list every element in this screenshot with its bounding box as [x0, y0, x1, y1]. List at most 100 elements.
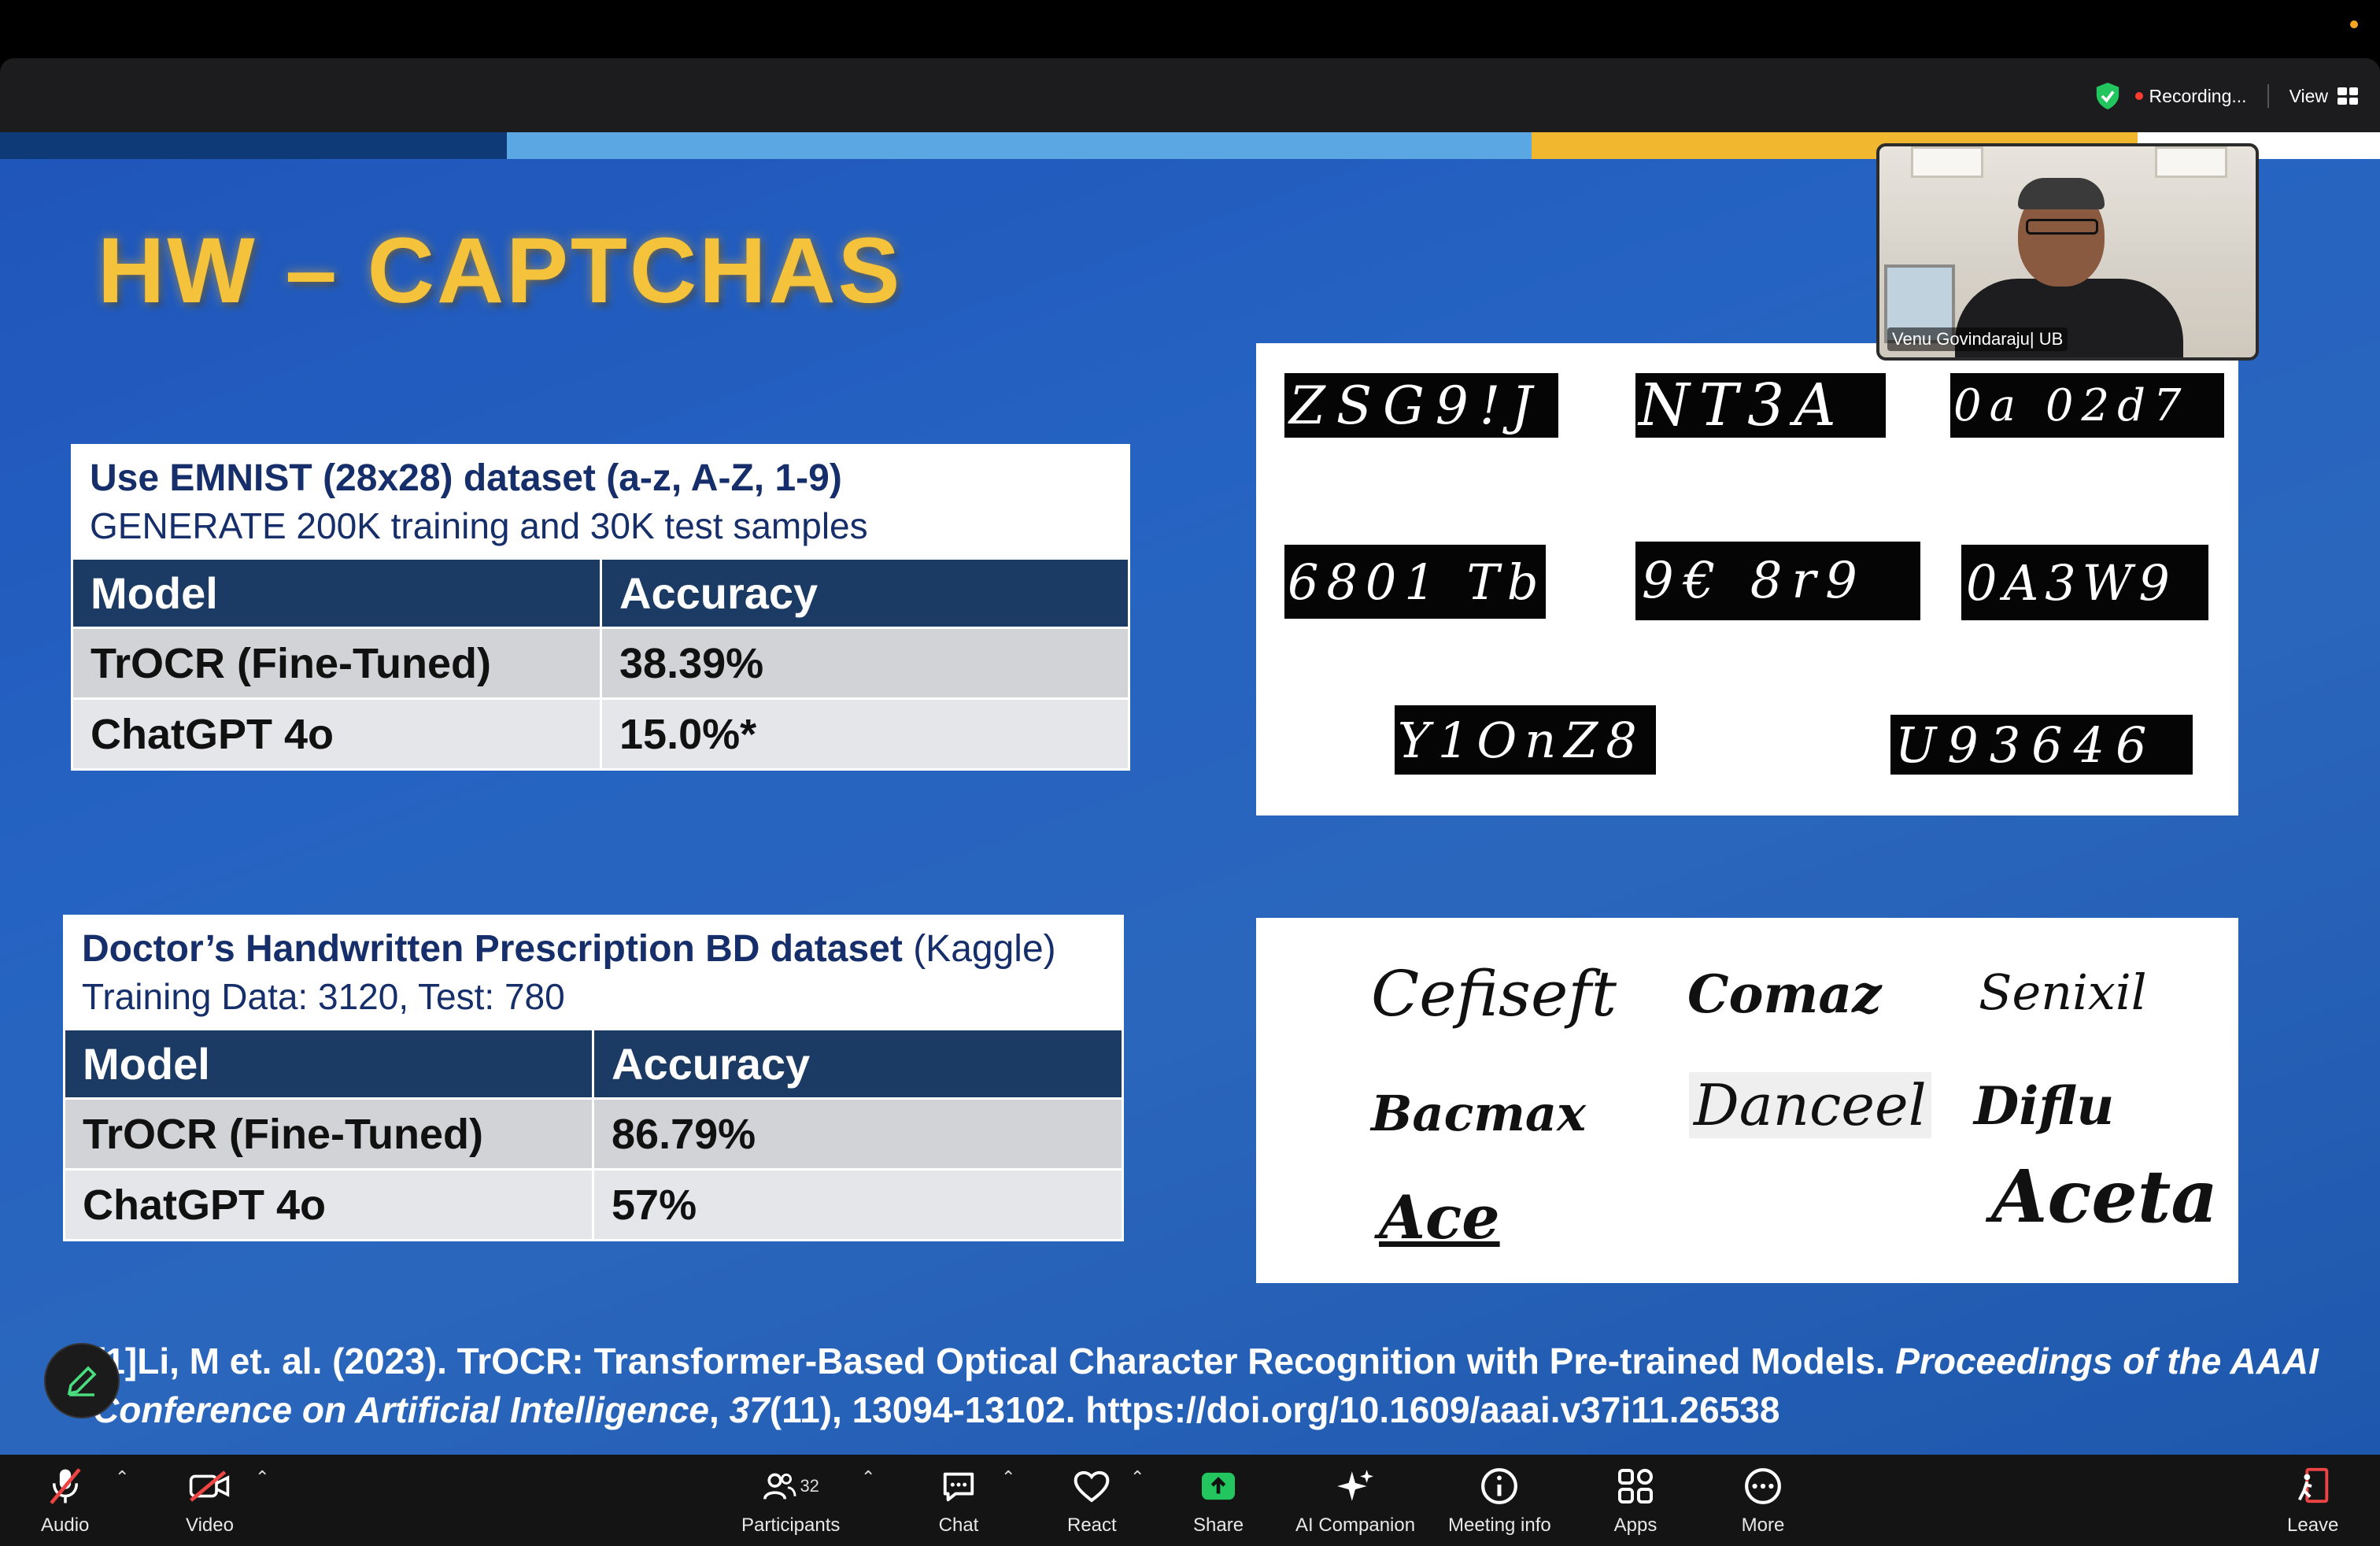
citation-prefix: [1]Li, M et. al. (2023). TrOCR: Transfor…: [93, 1341, 1896, 1381]
slide-title: HW – CAPTCHAS: [98, 219, 903, 323]
citation-separator: ,: [709, 1389, 730, 1430]
apps-icon: [1618, 1469, 1653, 1503]
view-button[interactable]: View: [2289, 86, 2358, 107]
audio-button[interactable]: Audio: [41, 1464, 89, 1537]
prescription-results-table: Model Accuracy TrOCR (Fine-Tuned) 86.79%…: [63, 1028, 1124, 1241]
camera-off-icon: [190, 1470, 230, 1502]
ai-companion-button[interactable]: AI Companion: [1295, 1464, 1415, 1537]
citation-text: [1]Li, M et. al. (2023). TrOCR: Transfor…: [93, 1337, 2344, 1434]
participant-video-tile[interactable]: Venu Govindaraju| UB: [1876, 143, 2259, 361]
handwritten-word: Diflu: [1974, 1075, 2115, 1137]
chat-bubble-icon: [943, 1472, 974, 1502]
audio-options-caret[interactable]: ⌃: [115, 1467, 129, 1488]
table-row: ChatGPT 4o 15.0%*: [71, 697, 1130, 771]
handwritten-word: Bacmax: [1371, 1085, 1587, 1142]
prescription-heading-source: (Kaggle): [902, 928, 1056, 970]
sparkle-icon: [1337, 1470, 1373, 1501]
participants-count: 32: [800, 1476, 819, 1496]
emnist-results-table: Model Accuracy TrOCR (Fine-Tuned) 38.39%…: [71, 557, 1130, 771]
info-icon: [1481, 1468, 1518, 1504]
recording-indicator[interactable]: Recording...: [2134, 85, 2247, 107]
ceiling-light: [1911, 146, 1983, 178]
leave-label: Leave: [2287, 1515, 2339, 1536]
shield-check-icon[interactable]: [2094, 81, 2121, 111]
emnist-subheading: GENERATE 200K training and 30K test samp…: [90, 505, 868, 546]
captcha-sample: NT3A: [1635, 373, 1886, 438]
slide-stripe: [0, 132, 507, 159]
meeting-info-button[interactable]: Meeting info: [1448, 1464, 1551, 1537]
microphone-muted-icon: [50, 1468, 81, 1504]
glasses: [2026, 219, 2098, 235]
prescription-subheading: Training Data: 3120, Test: 780: [82, 976, 565, 1017]
accuracy-cell: 57%: [592, 1168, 1124, 1241]
share-screen-icon: [1202, 1472, 1236, 1500]
accuracy-cell: 86.79%: [592, 1097, 1124, 1171]
handwritten-word: Senixil: [1979, 963, 2147, 1021]
participants-button[interactable]: 32 Participants: [741, 1464, 840, 1537]
slide-stripe: [507, 132, 1532, 159]
column-header-accuracy: Accuracy: [592, 1028, 1124, 1100]
leave-button[interactable]: Leave: [2287, 1464, 2338, 1537]
react-label: React: [1067, 1515, 1117, 1536]
meeting-header: Recording... View: [0, 58, 2380, 132]
recording-dot-icon: [2134, 92, 2143, 100]
apps-button[interactable]: Apps: [1613, 1464, 1658, 1537]
captcha-sample: 0a 02d7: [1950, 373, 2224, 438]
chat-button[interactable]: Chat: [937, 1464, 981, 1537]
participants-options-caret[interactable]: ⌃: [861, 1467, 875, 1488]
apps-label: Apps: [1613, 1515, 1658, 1536]
prescription-samples-image: Cefiseft Comaz Senixil Bacmax Danceel Di…: [1256, 918, 2238, 1283]
table-row: TrOCR (Fine-Tuned) 38.39%: [71, 627, 1130, 700]
participant-name: Venu Govindaraju| UB: [1887, 327, 2068, 351]
captcha-sample: ZSG9!J: [1284, 373, 1558, 438]
captcha-sample: 9€ 8r9: [1635, 542, 1920, 620]
audio-label: Audio: [41, 1515, 90, 1536]
prescription-heading: Doctor’s Handwritten Prescription BD dat…: [82, 928, 903, 970]
handwritten-word: Danceel: [1689, 1072, 1931, 1138]
participants-icon: [763, 1473, 796, 1500]
video-label: Video: [186, 1515, 234, 1536]
annotate-button[interactable]: [44, 1343, 120, 1418]
captcha-sample: 6801 Tb: [1284, 545, 1546, 619]
video-options-caret[interactable]: ⌃: [255, 1467, 269, 1488]
model-cell: ChatGPT 4o: [63, 1168, 594, 1241]
meeting-toolbar: Audio ⌃ Video ⌃ 32 Participants ⌃ Chat ⌃…: [0, 1455, 2380, 1546]
captcha-samples-image: ZSG9!J NT3A 0a 02d7 6801 Tb 9€ 8r9 0A3W9…: [1256, 343, 2238, 816]
header-divider: [2267, 84, 2269, 108]
citation-details: (11), 13094-13102. https://doi.org/10.16…: [769, 1389, 1780, 1430]
handwritten-word: Cefiseft: [1371, 957, 1617, 1030]
share-label: Share: [1193, 1515, 1244, 1536]
participant-hair: [2018, 178, 2105, 209]
more-label: More: [1741, 1515, 1785, 1536]
accuracy-cell: 38.39%: [600, 627, 1130, 700]
chat-label: Chat: [938, 1515, 979, 1536]
chat-options-caret[interactable]: ⌃: [1001, 1467, 1015, 1488]
emnist-heading: Use EMNIST (28x28) dataset (a-z, A-Z, 1-…: [90, 457, 842, 499]
model-cell: ChatGPT 4o: [71, 697, 602, 771]
column-header-model: Model: [71, 557, 602, 629]
share-button[interactable]: Share: [1193, 1464, 1244, 1537]
ai-companion-label: AI Companion: [1295, 1515, 1416, 1536]
accuracy-cell: 15.0%*: [600, 697, 1130, 771]
citation-volume: 37: [729, 1389, 770, 1430]
captcha-sample: 0A3W9: [1961, 545, 2208, 620]
more-button[interactable]: More: [1741, 1464, 1785, 1537]
window-top-bar: [0, 0, 2380, 58]
model-cell: TrOCR (Fine-Tuned): [63, 1097, 594, 1171]
emnist-results-panel: Use EMNIST (28x28) dataset (a-z, A-Z, 1-…: [71, 444, 1130, 771]
leave-door-icon: [2297, 1467, 2328, 1503]
prescription-results-panel: Doctor’s Handwritten Prescription BD dat…: [63, 915, 1124, 1241]
react-options-caret[interactable]: ⌃: [1130, 1467, 1144, 1488]
table-row: TrOCR (Fine-Tuned) 86.79%: [63, 1097, 1124, 1171]
recording-label: Recording...: [2149, 85, 2247, 106]
handwritten-word: Ace: [1379, 1182, 1500, 1252]
column-header-accuracy: Accuracy: [600, 557, 1130, 629]
meeting-info-label: Meeting info: [1448, 1515, 1551, 1536]
react-button[interactable]: React: [1067, 1464, 1117, 1537]
view-label: View: [2289, 85, 2328, 106]
captcha-sample: U93646: [1890, 715, 2193, 775]
video-button[interactable]: Video: [186, 1464, 234, 1537]
pencil-icon: [67, 1366, 97, 1396]
participants-label: Participants: [741, 1515, 841, 1536]
handwritten-word: Comaz: [1687, 963, 1882, 1025]
